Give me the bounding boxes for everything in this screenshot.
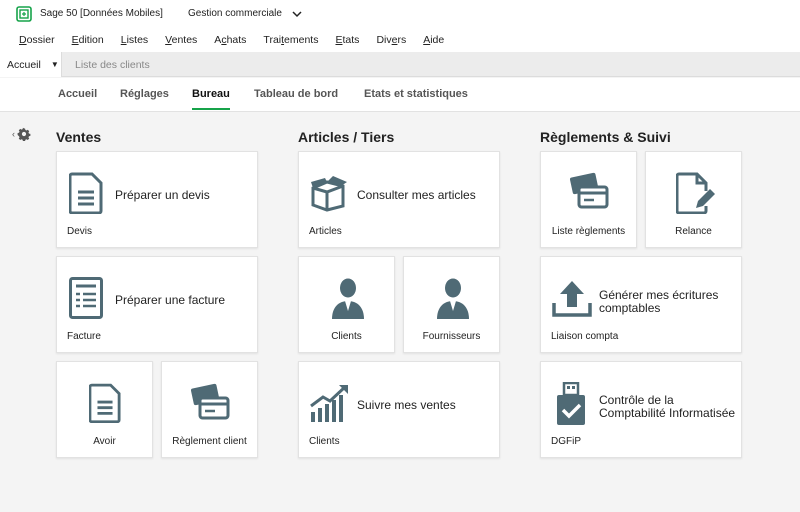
document-edit-icon: [676, 172, 715, 214]
tile-dgfip-label: DGFiP: [551, 436, 581, 447]
tile-liste-reglements-label: Liste règlements: [551, 226, 626, 237]
subnav-reglages[interactable]: Réglages: [120, 88, 169, 100]
tile-articles-text: Consulter mes articles: [357, 188, 476, 202]
subnav-etats-statistiques[interactable]: Etats et statistiques: [364, 88, 468, 100]
tile-relance[interactable]: Relance: [645, 151, 742, 248]
gear-icon: [17, 127, 31, 141]
tile-suivre-ventes[interactable]: Suivre mes ventes Clients: [298, 361, 500, 458]
menu-dossier[interactable]: Dossier: [19, 34, 55, 46]
document-icon: [69, 172, 103, 214]
tile-devis-label: Devis: [67, 226, 93, 237]
menu-bar: Dossier Edition Listes Ventes Achats Tra…: [0, 28, 800, 52]
subnav: Accueil Réglages Bureau Tableau de bord …: [0, 78, 800, 112]
menu-divers[interactable]: Divers: [376, 34, 406, 46]
section-title-ventes: Ventes: [56, 129, 102, 145]
menu-listes[interactable]: Listes: [121, 34, 148, 46]
upload-icon: [552, 281, 592, 317]
tile-liaison-label: Liaison compta: [551, 331, 619, 342]
title-bar: Sage 50 [Données Mobiles] Gestion commer…: [0, 0, 800, 28]
tile-fournisseurs[interactable]: Fournisseurs: [403, 256, 500, 353]
tile-dgfip[interactable]: Contrôle de la Comptabilité Informatisée …: [540, 361, 742, 458]
tile-facture-label: Facture: [67, 331, 101, 342]
tile-relance-label: Relance: [675, 226, 712, 237]
box-icon: [311, 176, 347, 212]
settings-toggle[interactable]: ‹: [12, 127, 31, 141]
person-icon: [332, 278, 364, 319]
tile-reglement-client-label: Règlement client: [172, 436, 247, 447]
menu-edition[interactable]: Edition: [72, 34, 104, 46]
sales-chart-icon: [310, 385, 348, 422]
payment-cards-icon: [190, 383, 230, 420]
tile-clients[interactable]: Clients: [298, 256, 395, 353]
tile-suivre-ventes-text: Suivre mes ventes: [357, 398, 456, 412]
menu-traitements[interactable]: Traitements: [263, 34, 318, 46]
section-title-articles-tiers: Articles / Tiers: [298, 129, 395, 145]
menu-aide[interactable]: Aide: [423, 34, 444, 46]
tile-avoir[interactable]: Avoir: [56, 361, 153, 458]
payment-cards-icon: [569, 172, 609, 209]
tile-reglement-client[interactable]: Règlement client: [161, 361, 258, 458]
tile-liste-reglements[interactable]: Liste règlements: [540, 151, 637, 248]
tile-liaison-text: Générer mes écritures comptables: [599, 288, 719, 315]
tile-avoir-label: Avoir: [93, 436, 116, 447]
tab-liste-clients[interactable]: Liste des clients: [75, 59, 150, 71]
menu-etats[interactable]: Etats: [335, 34, 359, 46]
person-icon: [437, 278, 469, 319]
menu-ventes[interactable]: Ventes: [165, 34, 197, 46]
tile-liaison-compta[interactable]: Générer mes écritures comptables Liaison …: [540, 256, 742, 353]
tile-facture[interactable]: Préparer une facture Facture: [56, 256, 258, 353]
tile-articles-label: Articles: [309, 226, 342, 237]
subnav-tableau-de-bord[interactable]: Tableau de bord: [254, 88, 338, 100]
subnav-bureau[interactable]: Bureau: [192, 88, 230, 110]
invoice-icon: [69, 277, 103, 319]
sage-app-icon: [16, 6, 32, 22]
chevron-left-icon: ‹: [12, 129, 15, 139]
tile-devis[interactable]: Préparer un devis Devis: [56, 151, 258, 248]
document-tab-bar: Accueil ▼ Liste des clients: [0, 52, 800, 77]
tile-dgfip-text: Contrôle de la Comptabilité Informatisée: [599, 393, 736, 420]
subnav-accueil[interactable]: Accueil: [58, 88, 97, 100]
tab-accueil[interactable]: Accueil ▼: [0, 52, 62, 77]
bureau-panel: ‹ Ventes Articles / Tiers Règlements & S…: [0, 113, 800, 512]
menu-achats[interactable]: Achats: [214, 34, 246, 46]
tile-suivre-ventes-label: Clients: [309, 436, 340, 447]
module-label: Gestion commerciale: [188, 8, 282, 19]
tile-facture-text: Préparer une facture: [115, 293, 226, 307]
module-selector[interactable]: Gestion commerciale: [188, 8, 302, 19]
tile-devis-text: Préparer un devis: [115, 188, 210, 202]
caret-down-icon: ▼: [50, 60, 59, 69]
tile-articles[interactable]: Consulter mes articles Articles: [298, 151, 500, 248]
tile-fournisseurs-label: Fournisseurs: [422, 331, 481, 342]
document-icon: [89, 383, 121, 423]
section-title-reglements-suivi: Règlements & Suivi: [540, 129, 671, 145]
chevron-down-icon: [292, 10, 302, 17]
window-title: Sage 50 [Données Mobiles]: [40, 8, 163, 19]
usb-check-icon: [557, 382, 585, 425]
tile-clients-label: Clients: [331, 331, 362, 342]
